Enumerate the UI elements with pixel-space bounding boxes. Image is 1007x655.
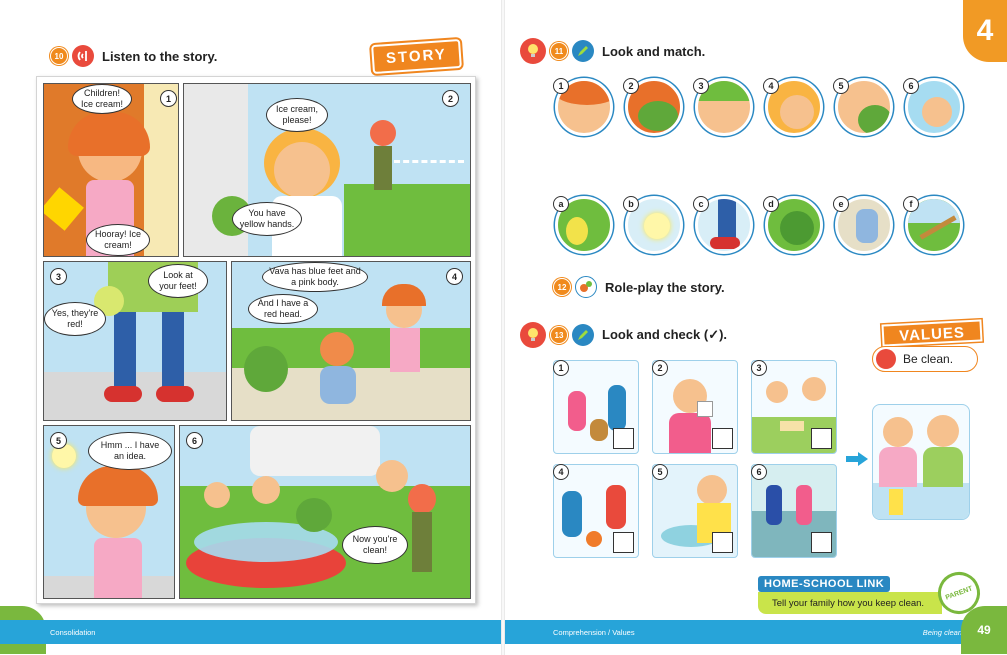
listen-icon — [72, 45, 94, 67]
checkbox[interactable] — [613, 428, 634, 449]
activity-number: 12 — [553, 278, 571, 296]
check-label: 3 — [751, 360, 767, 376]
check-label: 5 — [652, 464, 668, 480]
panel-number: 5 — [50, 432, 67, 449]
comic-panel-6: 6 Now you're clean! — [179, 425, 471, 599]
checkbox[interactable] — [613, 532, 634, 553]
match-label: 2 — [623, 78, 639, 94]
activity-12-header: 12 Role-play the story. — [553, 276, 725, 298]
values-pill: Be clean. — [872, 346, 978, 372]
activity-title: Look and check (✓). — [602, 327, 728, 342]
match-label: a — [553, 196, 569, 212]
roleplay-icon — [575, 276, 597, 298]
match-label: 6 — [903, 78, 919, 94]
panel-number: 1 — [160, 90, 177, 107]
footer-right: Comprehension / Values Being clean — [505, 620, 1007, 644]
arrow-right-icon — [846, 452, 868, 466]
check-label: 6 — [751, 464, 767, 480]
values-text: Be clean. — [903, 352, 954, 366]
activity-number: 11 — [550, 42, 568, 60]
home-school-link: Tell your family how you keep clean. HOM… — [758, 566, 986, 620]
check-label: 2 — [652, 360, 668, 376]
panel-number: 4 — [446, 268, 463, 285]
thumbs-up-icon — [876, 349, 896, 369]
lightbulb-icon — [520, 38, 546, 64]
book-spine — [501, 0, 505, 655]
footer-left: Consolidation — [0, 620, 501, 644]
match-label: 3 — [693, 78, 709, 94]
speech-bubble: And I have a red head. — [248, 294, 318, 324]
pencil-icon — [572, 40, 594, 62]
pencil-icon — [572, 324, 594, 346]
match-label: 4 — [763, 78, 779, 94]
speech-bubble: Children! Ice cream! — [72, 84, 132, 114]
home-school-title: HOME-SCHOOL LINK — [758, 576, 891, 592]
speech-bubble: Hmm ... I have an idea. — [88, 432, 172, 470]
check-label: 4 — [553, 464, 569, 480]
match-label: 1 — [553, 78, 569, 94]
speech-bubble: Hooray! Ice cream! — [86, 224, 150, 256]
activity-title: Look and match. — [602, 43, 706, 59]
activity-title: Role-play the story. — [605, 279, 725, 295]
check-label: 1 — [553, 360, 569, 376]
checkbox[interactable] — [712, 428, 733, 449]
activity-10-header: 10 Listen to the story. — [50, 45, 217, 67]
match-label: d — [763, 196, 779, 212]
comic-panel-2: 2 Ice cream, please! You have yellow han… — [183, 83, 471, 257]
comic-panel-1: 1 Children! Ice cream! Hooray! Ice cream… — [43, 83, 179, 257]
footer-section: Comprehension / Values — [553, 627, 635, 637]
footer-topic: Being clean — [922, 627, 962, 637]
story-banner: STORY — [371, 38, 462, 75]
comic-panel-5: 5 Hmm ... I have an idea. — [43, 425, 175, 599]
unit-number-tab: 4 — [963, 0, 1007, 62]
panel-number: 2 — [442, 90, 459, 107]
home-school-text: Tell your family how you keep clean. — [758, 592, 942, 614]
activity-title: Listen to the story. — [102, 48, 218, 64]
match-label: b — [623, 196, 639, 212]
speech-bubble: Yes, they're red! — [44, 302, 106, 336]
panel-number: 3 — [50, 268, 67, 285]
match-label: e — [833, 196, 849, 212]
speech-bubble: You have yellow hands. — [232, 202, 302, 236]
speech-bubble: Look at your feet! — [148, 264, 208, 298]
speech-bubble: Ice cream, please! — [266, 98, 328, 132]
match-label: f — [903, 196, 919, 212]
activity-13-header: 13 Look and check (✓). — [520, 322, 727, 348]
lightbulb-icon — [520, 322, 546, 348]
checkbox[interactable] — [811, 532, 832, 553]
match-label: c — [693, 196, 709, 212]
footer-section: Consolidation — [50, 627, 96, 637]
match-label: 5 — [833, 78, 849, 94]
activity-number: 13 — [550, 326, 568, 344]
checkbox[interactable] — [811, 428, 832, 449]
speech-bubble: Vava has blue feet and a pink body. — [262, 262, 368, 292]
speech-bubble: Now you're clean! — [342, 526, 408, 564]
comic-strip: 1 Children! Ice cream! Hooray! Ice cream… — [36, 76, 476, 604]
activity-11-header: 11 Look and match. — [520, 38, 705, 64]
comic-panel-4: 4 Vava has blue feet and a pink body. An… — [231, 261, 471, 421]
values-picture — [872, 404, 970, 520]
page-number-right: 49 — [961, 606, 1007, 654]
checkbox[interactable] — [712, 532, 733, 553]
comic-panel-3: 3 Look at your feet! Yes, they're red! — [43, 261, 227, 421]
activity-number: 10 — [50, 47, 68, 65]
panel-number: 6 — [186, 432, 203, 449]
